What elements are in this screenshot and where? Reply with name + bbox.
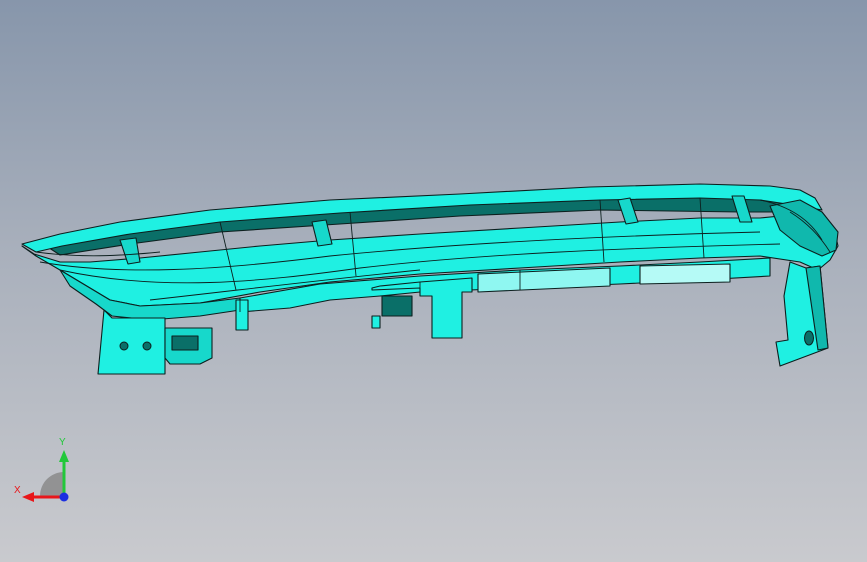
triad-origin-disc [40,472,64,496]
orientation-triad: Y X [10,436,80,510]
model-hole-right [804,330,814,346]
y-axis-arrowhead [59,450,69,462]
model-hole-left-1 [119,341,129,351]
triad-graphic [22,450,69,502]
model-pale-panel-2 [639,263,731,285]
x-axis-label: X [14,485,21,496]
3d-viewport[interactable]: Y X [0,0,867,562]
model-center-tab [371,315,381,329]
model-center-window [381,295,413,317]
model-left-bracket [97,309,166,375]
model-holes [119,330,814,351]
x-axis-arrowhead [22,492,34,502]
cad-model[interactable] [0,0,867,562]
model-small-tab [235,299,249,331]
y-axis-label: Y [59,437,66,448]
model-left-bracket-slot [171,335,199,351]
z-axis-dot [59,492,69,502]
model-hole-left-2 [142,341,152,351]
